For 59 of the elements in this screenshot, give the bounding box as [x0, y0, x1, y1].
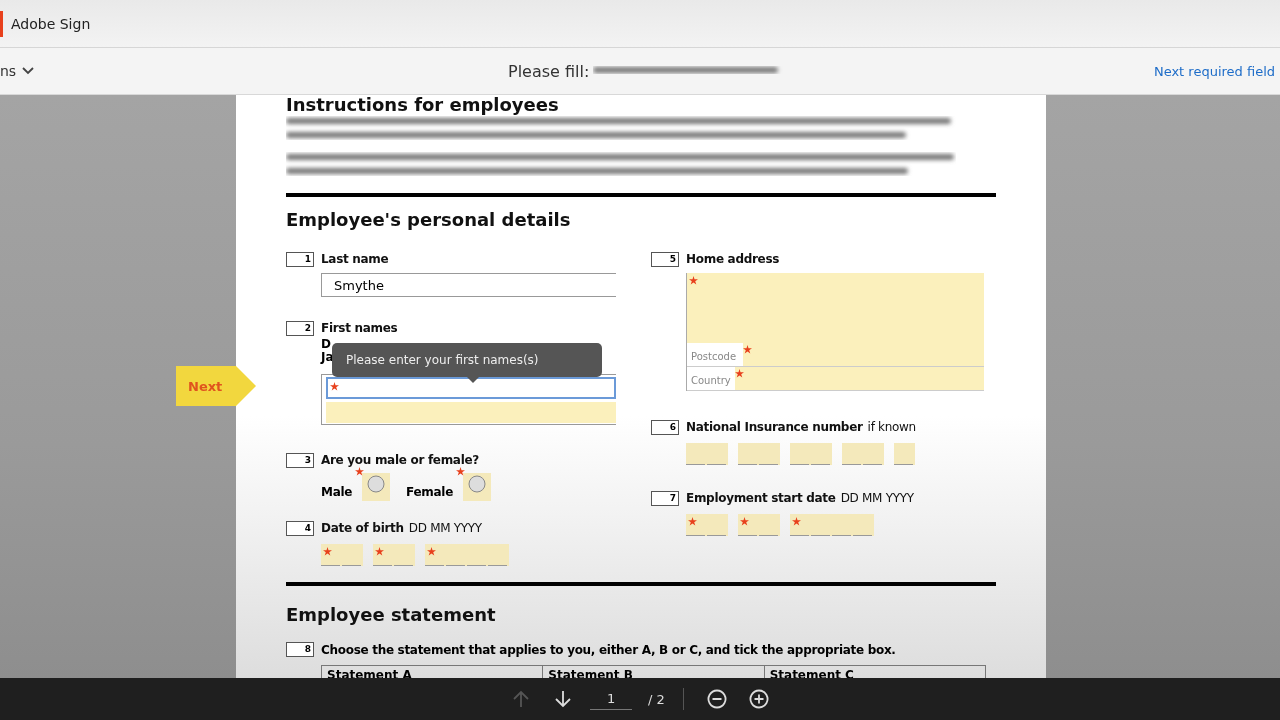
logo-mark	[0, 10, 3, 37]
text-field[interactable]: Postcode	[687, 343, 984, 366]
question-number: 3	[286, 452, 314, 468]
option-label: Female	[406, 485, 453, 499]
date-part-field[interactable]	[790, 443, 832, 465]
question-number: 5	[651, 251, 679, 267]
text-field[interactable]: Smythe	[321, 273, 616, 297]
field-hint: DD MM YYYY	[408, 521, 482, 535]
date-part-field[interactable]	[738, 443, 780, 465]
radio-button[interactable]	[362, 473, 391, 501]
arrow-down-icon[interactable]	[553, 689, 574, 709]
question-number: 8	[286, 642, 314, 657]
text-field[interactable]	[326, 377, 616, 399]
date-part-field[interactable]	[373, 544, 415, 566]
page-number-field[interactable]: 1	[590, 688, 633, 710]
question-number: 1	[286, 251, 314, 267]
partial-text: D	[321, 337, 331, 351]
field-label: First names	[321, 321, 398, 335]
section-heading: Employee statement	[286, 604, 497, 625]
next-required-field-link[interactable]: Next required field	[1153, 63, 1275, 79]
date-part-field[interactable]	[790, 514, 874, 536]
fill-prompt: Please fill:	[508, 61, 590, 81]
date-part-field[interactable]	[425, 544, 509, 566]
section-heading: Employee's personal details	[286, 209, 572, 230]
date-part-field[interactable]	[738, 514, 780, 536]
field-label: Home address	[686, 252, 780, 266]
field-hint: DD MM YYYY	[840, 491, 914, 505]
field-label: Are you male or female?	[321, 453, 479, 467]
question-text: Choose the statement that applies to you, either A, B or C, and tick the appropriate box.	[321, 642, 896, 657]
question-number: 6	[651, 419, 679, 435]
app-title: Adobe Sign	[11, 15, 91, 32]
section-heading: Instructions for employees	[286, 95, 560, 115]
date-part-field[interactable]	[321, 544, 363, 566]
question-number: 2	[286, 320, 314, 336]
zoom-out-icon[interactable]	[706, 689, 727, 709]
radio-button[interactable]	[463, 473, 491, 501]
zoom-in-icon[interactable]	[748, 689, 769, 709]
chevron-down-icon	[22, 67, 35, 75]
page-total: / 2	[648, 691, 665, 707]
options-menu-button[interactable]: ns	[0, 63, 35, 79]
date-part-field[interactable]	[686, 514, 728, 536]
tooltip: Please enter your first names(s)	[332, 343, 602, 377]
field-label: National Insurance number	[686, 420, 863, 434]
tooltip-pointer	[467, 377, 479, 383]
field-label: Date of birth	[321, 521, 404, 535]
date-part-field[interactable]	[842, 443, 884, 465]
field-placeholder: Postcode	[687, 343, 743, 366]
text-field[interactable]	[326, 402, 616, 423]
field-label: Employment start date	[686, 491, 836, 505]
date-part-field[interactable]	[894, 443, 915, 465]
field-placeholder: Country	[687, 367, 735, 390]
field-hint: if known	[867, 420, 916, 434]
question-number: 4	[286, 520, 314, 536]
field-label: Last name	[321, 252, 389, 266]
address-field[interactable]	[687, 273, 984, 343]
date-part-field[interactable]	[686, 443, 728, 465]
question-number: 7	[651, 490, 679, 506]
option-label: Male	[321, 485, 353, 499]
text-field[interactable]: Country	[687, 367, 984, 390]
